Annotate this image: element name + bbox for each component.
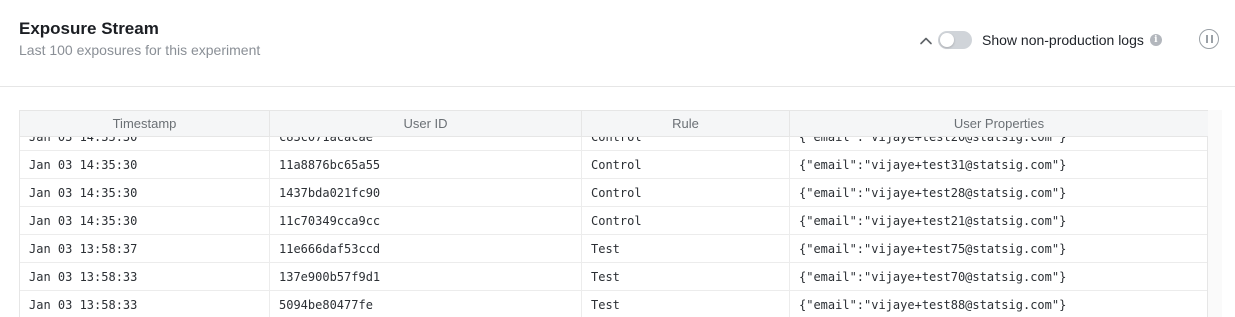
user-id-cell: 11c70349cca9cc — [270, 207, 582, 234]
timestamp-cell: Jan 03 13:58:33 — [20, 263, 270, 290]
timestamp-cell: Jan 03 14:35:30 — [20, 179, 270, 206]
table-body: Jan 03 14:35:30c83c071acacaeControl{"ema… — [20, 123, 1208, 317]
table-row[interactable]: Jan 03 14:35:30 11a8876bc65a55 Control {"em… — [20, 151, 1208, 179]
user-id-cell: 11e666daf53ccd — [270, 235, 582, 262]
table-row[interactable]: Jan 03 14:35:30 1437bda021fc90 Control {"em… — [20, 179, 1208, 207]
timestamp-cell: Jan 03 14:35:30 — [20, 207, 270, 234]
table-row[interactable]: Jan 03 13:58:37 11e666daf53ccd Test {"email… — [20, 235, 1208, 263]
rule-cell: Control — [582, 151, 790, 178]
table-header: Timestamp User ID Rule User Properties — [20, 110, 1208, 137]
column-header-rule[interactable]: Rule — [582, 111, 790, 136]
exposures-table: Jan 03 14:35:30c83c071acacaeControl{"ema… — [19, 110, 1209, 317]
table-row[interactable]: Jan 03 14:35:30 11c70349cca9cc Control {"em… — [20, 207, 1208, 235]
section-title: Exposure Stream — [19, 19, 159, 38]
column-header-user-properties[interactable]: User Properties — [790, 111, 1208, 136]
non-production-logs-toggle[interactable] — [938, 31, 972, 49]
user-properties-cell: {"email":"vijaye+test70@statsig.com"} — [799, 269, 1067, 284]
timestamp-cell: Jan 03 14:35:30 — [20, 151, 270, 178]
section-subtitle: Last 100 exposures for this experiment — [19, 42, 261, 58]
column-header-timestamp[interactable]: Timestamp — [20, 111, 270, 136]
pause-icon[interactable] — [1199, 29, 1219, 49]
user-properties-cell: {"email":"vijaye+test75@statsig.com"} — [799, 241, 1067, 256]
info-icon[interactable]: i — [1149, 34, 1162, 46]
chevron-up-icon[interactable] — [918, 32, 934, 48]
exposure-stream-header: Exposure Stream Last 100 exposures for t… — [0, 0, 1235, 87]
user-id-cell: 5094be80477fe — [270, 291, 582, 317]
user-properties-cell: {"email":"vijaye+test31@statsig.com"} — [799, 157, 1067, 172]
header-controls: Show non-production logs i — [918, 27, 1162, 53]
user-id-cell: 11a8876bc65a55 — [270, 151, 582, 178]
rule-cell: Test — [582, 263, 790, 290]
rule-cell: Test — [582, 235, 790, 262]
table-row[interactable]: Jan 03 13:58:33 5094be80477fe Test {"email"… — [20, 291, 1208, 317]
table-row[interactable]: Jan 03 13:58:33 137e900b57f9d1 Test {"email… — [20, 263, 1208, 291]
rule-cell: Test — [582, 291, 790, 317]
pause-bar-left — [1205, 35, 1208, 43]
timestamp-cell: Jan 03 13:58:33 — [20, 291, 270, 317]
pause-bar-right — [1210, 35, 1213, 43]
user-id-cell: 1437bda021fc90 — [270, 179, 582, 206]
table-scrollbar[interactable] — [1207, 110, 1222, 317]
user-properties-cell: {"email":"vijaye+test88@statsig.com"} — [799, 297, 1067, 312]
toggle-label: Show non-production logs — [982, 32, 1144, 48]
user-properties-cell: {"email":"vijaye+test21@statsig.com"} — [799, 213, 1067, 228]
user-properties-cell: {"email":"vijaye+test28@statsig.com"} — [799, 185, 1067, 200]
rule-cell: Control — [582, 179, 790, 206]
timestamp-cell: Jan 03 13:58:37 — [20, 235, 270, 262]
column-header-user-id[interactable]: User ID — [270, 111, 582, 136]
toggle-knob — [940, 33, 954, 47]
rule-cell: Control — [582, 207, 790, 234]
user-id-cell: 137e900b57f9d1 — [270, 263, 582, 290]
